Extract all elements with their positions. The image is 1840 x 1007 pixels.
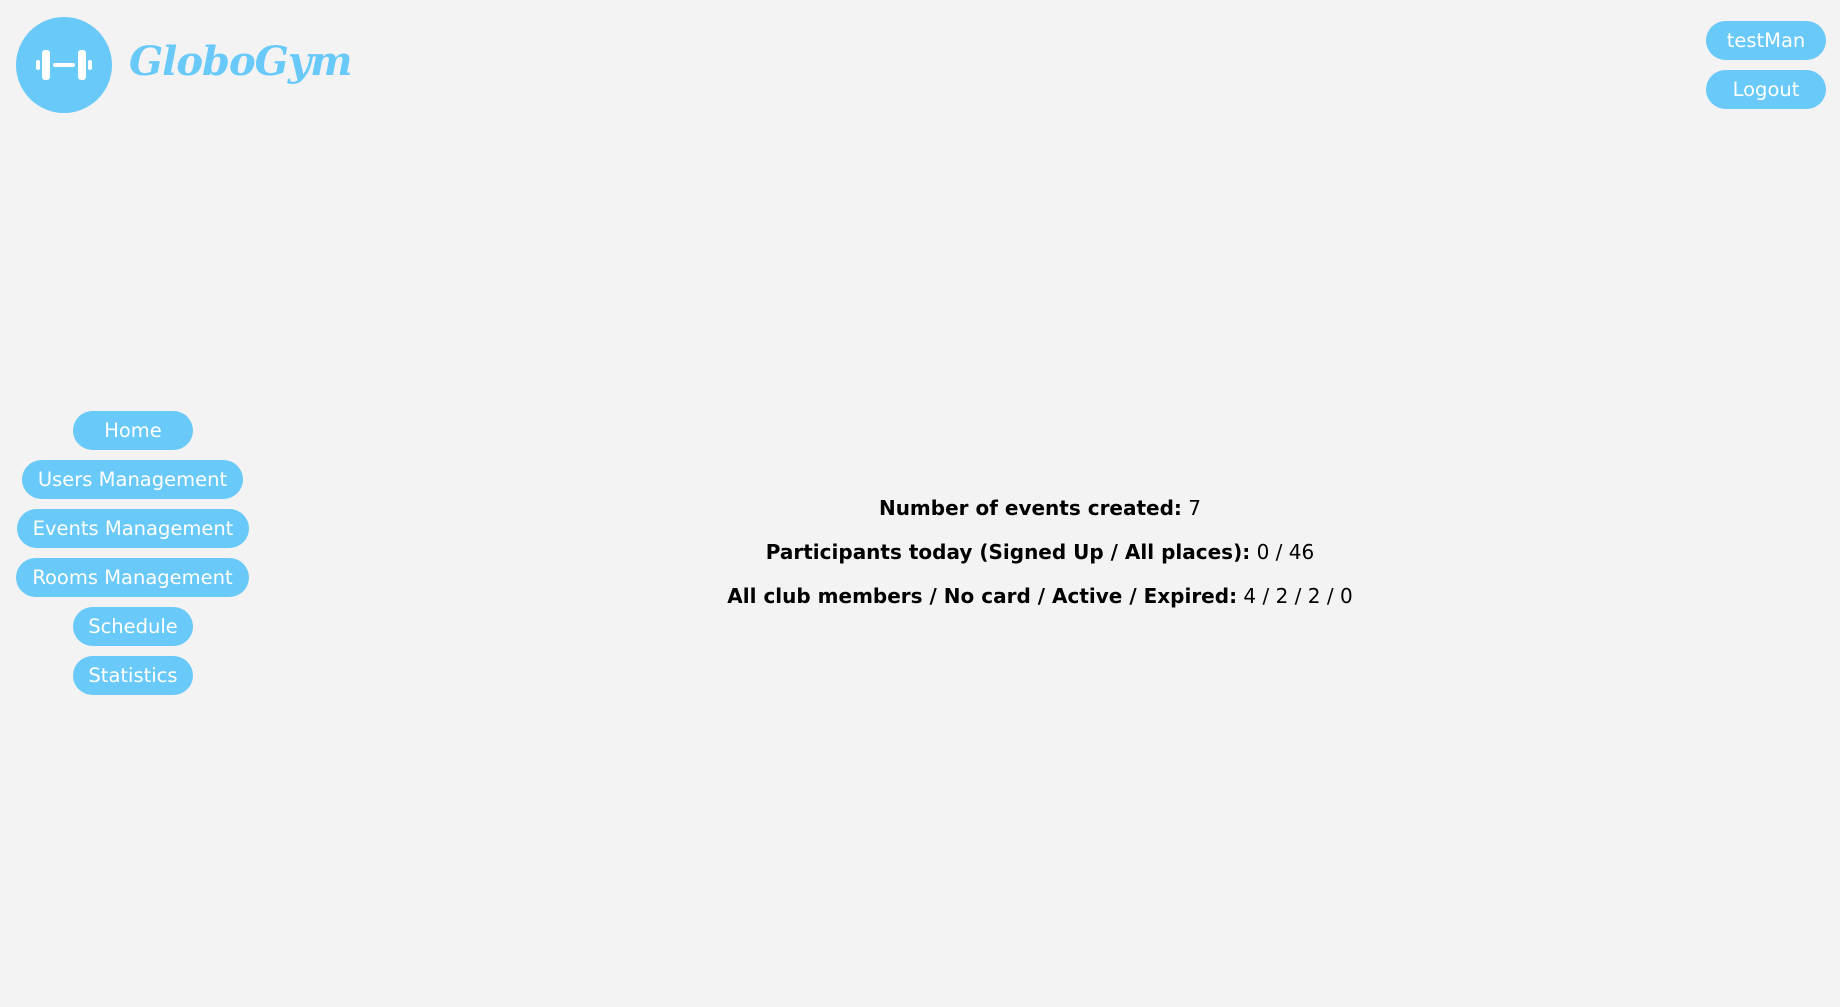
sidebar-item-home[interactable]: Home [73,411,193,450]
user-profile-button[interactable]: testMan [1706,21,1826,60]
sidebar-item-schedule[interactable]: Schedule [73,607,193,646]
stat-label: Participants today (Signed Up / All plac… [765,540,1251,564]
stat-label: All club members / No card / Active / Ex… [727,584,1238,608]
logout-button[interactable]: Logout [1706,70,1826,109]
stat-value: 4 / 2 / 2 / 0 [1243,584,1353,608]
dumbbell-icon [34,45,94,85]
logo[interactable] [16,17,112,113]
sidebar-item-users-management[interactable]: Users Management [22,460,243,499]
stat-value: 7 [1188,496,1202,520]
sidebar-item-rooms-management[interactable]: Rooms Management [16,558,249,597]
sidebar-item-statistics[interactable]: Statistics [73,656,193,695]
brand-name[interactable]: GloboGym [129,36,352,88]
stat-events-created: Number of events created: 7 [540,493,1540,537]
stat-label: Number of events created: [878,496,1182,520]
stat-participants-today: Participants today (Signed Up / All plac… [540,537,1540,581]
stats-panel: Number of events created: 7 Participants… [540,493,1540,625]
page: GloboGym testMan Logout Home Users Manag… [0,0,1840,1007]
stat-club-members: All club members / No card / Active / Ex… [540,581,1540,625]
sidebar-item-events-management[interactable]: Events Management [17,509,249,548]
stat-value: 0 / 46 [1256,540,1315,564]
